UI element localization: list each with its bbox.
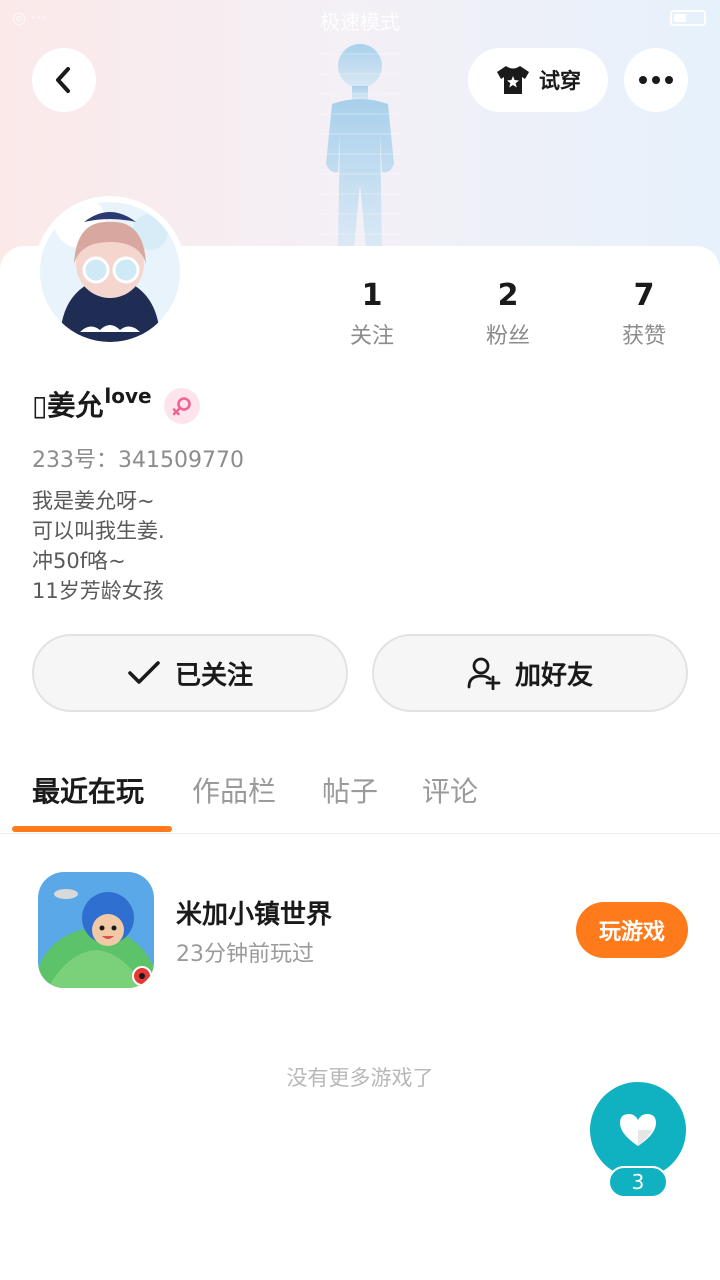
battery-icon — [670, 10, 706, 26]
status-mode: 极速模式 — [320, 10, 400, 34]
stat-label: 获赞 — [621, 324, 666, 349]
stat-value: 1 — [361, 278, 383, 313]
like-count: 3 — [608, 1166, 668, 1198]
like-button[interactable] — [590, 1082, 686, 1178]
game-icon — [38, 872, 154, 988]
add-friend-label: 加好友 — [514, 660, 593, 691]
status-bar: ◎ ··· 极速模式 — [0, 0, 720, 36]
stat-value: 7 — [633, 278, 655, 313]
more-button[interactable] — [624, 48, 688, 112]
profile-name-suffix: love — [104, 384, 152, 408]
heart-icon — [620, 1114, 656, 1146]
avatar-image — [40, 202, 180, 342]
user-id: 233号：341509770 — [32, 448, 244, 473]
tshirt-icon — [497, 66, 529, 94]
tab-posts[interactable]: 帖子 — [322, 770, 378, 810]
bio-line: 可以叫我生姜. — [32, 519, 165, 543]
profile-stats: 1 关注 2 粉丝 7 获赞 — [304, 278, 712, 358]
bio-line: 11岁芳龄女孩 — [32, 579, 164, 603]
check-icon — [128, 661, 160, 684]
back-button[interactable] — [32, 48, 96, 112]
tab-indicator — [12, 826, 172, 832]
profile-bio: 我是姜允呀~ 可以叫我生姜. 冲50f咯~ 11岁芳龄女孩 — [32, 486, 165, 606]
no-more-games: 没有更多游戏了 — [286, 1066, 434, 1090]
more-icon — [639, 76, 673, 84]
stat-likes[interactable]: 7 获赞 — [576, 278, 712, 358]
followed-label: 已关注 — [174, 660, 253, 691]
profile-name-row: ▯姜允 love — [32, 384, 200, 428]
try-on-button[interactable]: 试穿 — [468, 48, 608, 112]
tab-recent-played[interactable]: 最近在玩 — [32, 770, 144, 810]
bio-line: 我是姜允呀~ — [32, 489, 155, 513]
avatar-figure-icon — [320, 44, 400, 248]
followed-button[interactable]: 已关注 — [32, 634, 348, 712]
stat-following[interactable]: 1 关注 — [304, 278, 440, 358]
stat-value: 2 — [497, 278, 519, 313]
stat-fans[interactable]: 2 粉丝 — [440, 278, 576, 358]
profile-tabs: 最近在玩 作品栏 帖子 评论 — [0, 760, 720, 834]
game-last-played: 23分钟前玩过 — [176, 942, 314, 967]
try-on-label: 试穿 — [539, 69, 581, 93]
list-item[interactable]: 米加小镇世界 23分钟前玩过 玩游戏 — [0, 866, 720, 994]
profile-name: ▯姜允 — [32, 389, 104, 422]
game-title: 米加小镇世界 — [176, 900, 333, 930]
stat-label: 关注 — [349, 324, 394, 349]
avatar[interactable] — [34, 196, 186, 348]
tab-comments[interactable]: 评论 — [422, 770, 478, 810]
add-friend-button[interactable]: 加好友 — [372, 634, 688, 712]
add-friend-icon — [467, 657, 501, 690]
bio-line: 冲50f咯~ — [32, 549, 126, 573]
play-game-button[interactable]: 玩游戏 — [576, 902, 688, 958]
tab-works[interactable]: 作品栏 — [192, 770, 276, 810]
back-icon — [56, 67, 70, 93]
stat-label: 粉丝 — [485, 324, 530, 349]
female-icon — [163, 388, 200, 424]
